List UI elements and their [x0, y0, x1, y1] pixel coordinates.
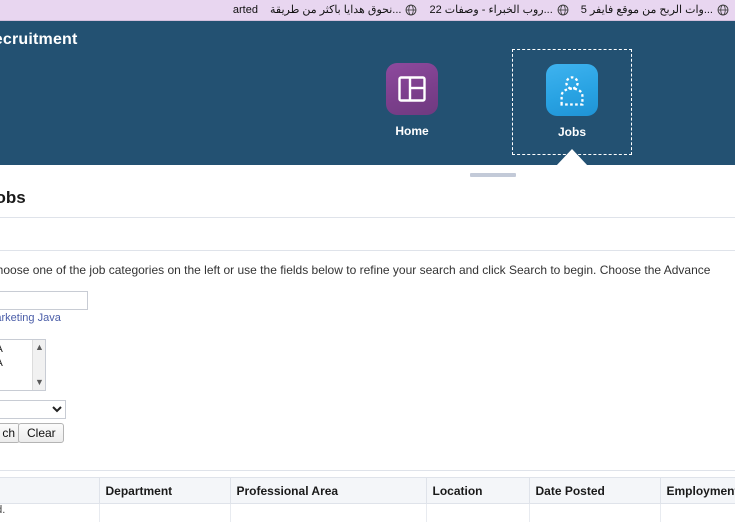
divider: [0, 470, 735, 471]
table-cell: [230, 504, 426, 522]
nav-tiles: Home Jobs: [0, 53, 735, 165]
globe-icon: [557, 4, 569, 16]
scroll-up-icon[interactable]: ▲: [35, 343, 44, 352]
employment-type-select[interactable]: [0, 400, 66, 419]
search-button[interactable]: ch: [0, 423, 20, 443]
column-header-location[interactable]: Location: [426, 478, 529, 504]
loading-indicator: [470, 173, 516, 177]
column-header-employment[interactable]: Employment: [660, 478, 735, 504]
page-title: Jobs: [0, 188, 26, 208]
location-scrollbar[interactable]: ▲ ▼: [32, 340, 45, 390]
nav-tile-home[interactable]: Home: [352, 53, 472, 138]
location-options[interactable]: h,SA n,SA: [0, 340, 32, 390]
content-area: Jobs Choose one of the job categories on…: [0, 165, 735, 522]
page-title-header: Recruitment: [0, 31, 78, 49]
nav-tile-label-home: Home: [352, 124, 472, 138]
empty-results-message-cell: ed.: [0, 504, 99, 522]
clear-button[interactable]: Clear: [18, 423, 64, 443]
active-tab-caret: [556, 149, 588, 165]
keyword-hint: e: Marketing Java: [0, 312, 61, 324]
location-listbox[interactable]: h,SA n,SA ▲ ▼: [0, 339, 46, 391]
table-header-row: Department Professional Area Location Da…: [0, 478, 735, 504]
location-option[interactable]: h,SA: [0, 342, 30, 356]
column-header-date-posted[interactable]: Date Posted: [529, 478, 660, 504]
column-header-title[interactable]: [0, 478, 99, 504]
column-header-professional-area[interactable]: Professional Area: [230, 478, 426, 504]
scroll-down-icon[interactable]: ▼: [35, 378, 44, 387]
results-table-wrapper: Department Professional Area Location Da…: [0, 477, 735, 522]
search-instructions: Choose one of the job categories on the …: [0, 263, 735, 277]
bookmarks-bar: ...وات الربح من موقع فايفر 5 ...روب الخب…: [0, 0, 735, 21]
globe-icon: [717, 4, 729, 16]
table-cell: [99, 504, 230, 522]
divider: [0, 250, 735, 251]
nav-tile-label-jobs: Jobs: [513, 125, 631, 139]
nav-tile-jobs[interactable]: Jobs: [512, 49, 632, 155]
person-icon: [546, 64, 598, 116]
table-cell: [426, 504, 529, 522]
bookmark-label: ...وات الربح من موقع فايفر 5: [581, 1, 713, 20]
bookmark-label: arted: [233, 1, 258, 20]
dashboard-icon: [386, 63, 438, 115]
location-option[interactable]: n,SA: [0, 356, 30, 370]
bookmark-label: ...نحوق هدايا باكثر من طريقة: [270, 1, 401, 20]
bookmark-item[interactable]: ...روب الخبراء - وصفات 22: [423, 1, 574, 20]
results-table: Department Professional Area Location Da…: [0, 477, 735, 522]
bookmark-item-getting-started[interactable]: arted: [227, 1, 264, 20]
column-header-department[interactable]: Department: [99, 478, 230, 504]
keyword-search-input[interactable]: [0, 291, 88, 310]
screen: ...وات الربح من موقع فايفر 5 ...روب الخب…: [0, 0, 735, 522]
table-cell: [660, 504, 735, 522]
app-header: Recruitment Home: [0, 21, 735, 165]
bookmark-label: ...روب الخبراء - وصفات 22: [429, 1, 552, 20]
bookmark-item[interactable]: ...نحوق هدايا باكثر من طريقة: [264, 1, 423, 20]
table-cell: [529, 504, 660, 522]
globe-icon: [405, 4, 417, 16]
table-row: ed.: [0, 504, 735, 522]
bookmark-item[interactable]: ...وات الربح من موقع فايفر 5: [575, 1, 735, 20]
empty-results-message: ed.: [0, 504, 5, 516]
divider: [0, 217, 735, 218]
